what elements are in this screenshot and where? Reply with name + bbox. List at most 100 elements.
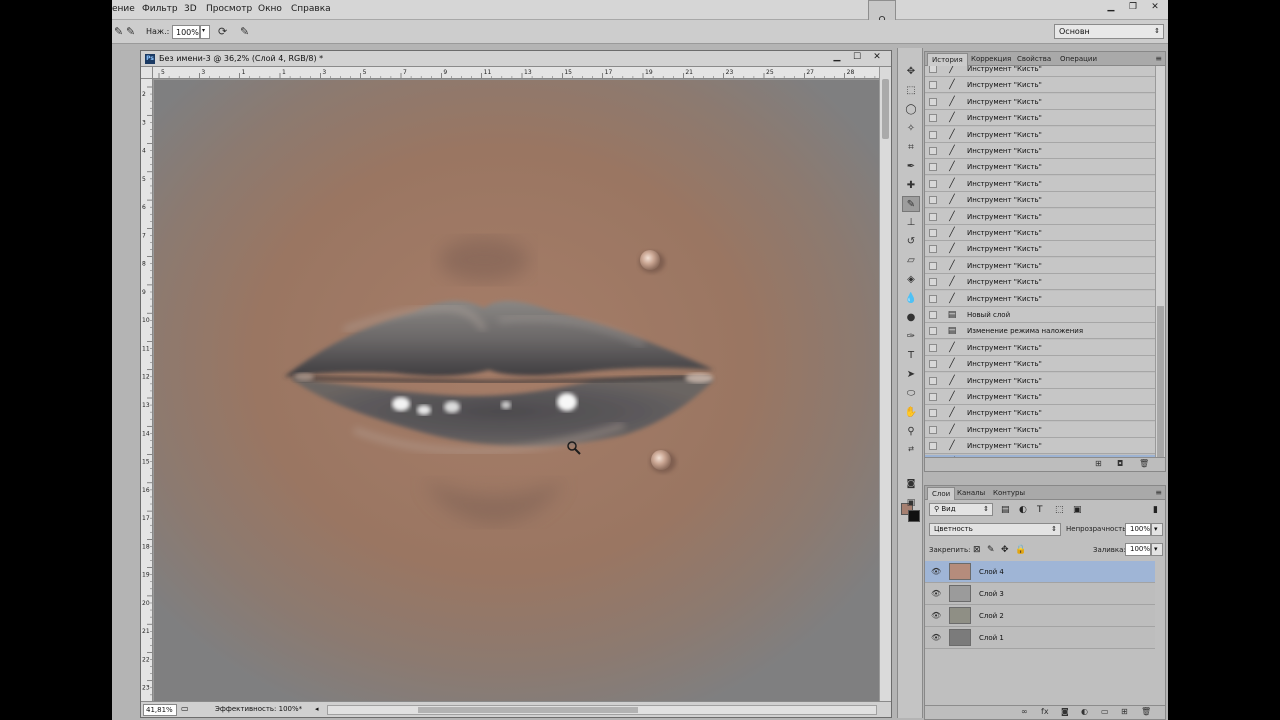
lasso-tool-icon[interactable]: ◯ — [902, 102, 920, 118]
history-item[interactable]: ▤ Новый слой — [925, 307, 1155, 323]
history-checkbox[interactable] — [929, 294, 937, 303]
history-item[interactable]: ╱ Инструмент "Кисть" — [925, 438, 1155, 455]
tab-adjustments[interactable]: Коррекция — [967, 53, 1015, 66]
quick-mask-icon[interactable]: ◙ — [902, 476, 920, 492]
eyedropper-tool-icon[interactable]: ✒ — [902, 159, 920, 175]
quick-select-tool-icon[interactable]: ✧ — [902, 121, 920, 137]
restore-icon[interactable]: ❐ — [1122, 0, 1144, 14]
history-item[interactable]: ╱ Инструмент "Кисть" — [925, 110, 1155, 127]
history-item[interactable]: ▤ Изменение режима наложения — [925, 323, 1155, 340]
document-title-bar[interactable]: Ps Без имени-3 @ 36,2% (Слой 4, RGB/8) *… — [141, 51, 891, 67]
history-checkbox[interactable] — [929, 442, 937, 451]
history-item[interactable]: ╱ Инструмент "Кисть" — [925, 421, 1155, 438]
type-tool-icon[interactable]: T — [902, 348, 920, 364]
workspace-select[interactable]: Основн ⇕ — [1054, 24, 1164, 39]
link-layers-icon[interactable]: ∞ — [1021, 707, 1028, 716]
vertical-ruler[interactable]: 2 3 4 5 6 7 8 9 10 11 12 13 14 15 16 17 18 19 20 21 22 23 — [141, 79, 153, 701]
history-scroll-thumb[interactable] — [1157, 306, 1164, 461]
history-checkbox[interactable] — [929, 163, 937, 172]
hand-tool-icon[interactable]: ✋ — [902, 405, 920, 421]
history-item[interactable]: ╱ Инструмент "Кисть" — [925, 241, 1155, 258]
menu-view[interactable]: Просмотр — [206, 4, 252, 14]
pen-tool-icon[interactable]: ✑ — [902, 329, 920, 345]
layer-name[interactable]: Слой 1 — [979, 634, 1004, 642]
menu-filter[interactable]: Фильтр — [142, 4, 178, 14]
history-checkbox[interactable] — [929, 360, 937, 369]
history-item[interactable]: ╱ Инструмент "Кисть" — [925, 257, 1155, 274]
history-checkbox[interactable] — [929, 393, 937, 401]
history-item[interactable]: ╱ Инструмент "Кисть" — [925, 339, 1155, 356]
filter-pixel-icon[interactable]: ▤ — [1001, 505, 1010, 515]
opacity-dropdown-icon[interactable]: ▾ — [1151, 523, 1163, 536]
layer-row[interactable]: 👁 Слой 3 — [925, 583, 1155, 605]
menu-image[interactable]: ение — [112, 4, 135, 14]
filter-adjustment-icon[interactable]: ◐ — [1019, 505, 1027, 515]
clone-stamp-tool-icon[interactable]: ⊥ — [902, 215, 920, 231]
paint-bucket-tool-icon[interactable]: ◈ — [902, 272, 920, 288]
history-brush-tool-icon[interactable]: ↺ — [902, 234, 920, 250]
lock-position-icon[interactable]: ✥ — [1001, 545, 1009, 555]
lock-all-icon[interactable]: 🔒 — [1015, 545, 1026, 555]
brush-preset-icon[interactable]: ✎ — [114, 25, 123, 38]
delete-layer-icon[interactable]: 🗑 — [1141, 707, 1151, 716]
background-color-swatch[interactable] — [908, 510, 920, 522]
history-checkbox[interactable] — [929, 130, 937, 139]
image-canvas[interactable] — [154, 80, 879, 701]
history-item[interactable]: ╱ Инструмент "Кисть" — [925, 225, 1155, 241]
layer-filter-select[interactable]: ⚲ Вид ⇕ — [929, 503, 993, 516]
doc-maximize-icon[interactable]: ☐ — [847, 52, 867, 65]
close-icon[interactable]: ✕ — [1144, 0, 1166, 14]
vertical-scrollbar[interactable] — [879, 67, 891, 701]
tab-paths[interactable]: Контуры — [989, 487, 1029, 500]
doc-minimize-icon[interactable]: ▁ — [827, 52, 847, 65]
pressure-opacity-icon[interactable]: ⟳ — [218, 25, 227, 38]
marquee-tool-icon[interactable]: ⬚ — [902, 83, 920, 99]
history-item[interactable]: ╱ Инструмент "Кисть" — [925, 389, 1155, 405]
swap-colors-icon[interactable]: ⇄ — [902, 441, 920, 457]
layer-style-icon[interactable]: fx — [1041, 707, 1049, 716]
history-checkbox[interactable] — [929, 327, 937, 336]
history-checkbox[interactable] — [929, 229, 937, 237]
crop-tool-icon[interactable]: ⌗ — [902, 140, 920, 156]
history-item[interactable]: ╱ Инструмент "Кисть" — [925, 159, 1155, 176]
history-item[interactable]: ╱ Инструмент "Кисть" — [925, 290, 1155, 307]
fill-input[interactable]: 100% — [1125, 543, 1151, 556]
layer-row[interactable]: 👁 Слой 4 — [925, 561, 1155, 583]
pressure-dropdown-icon[interactable]: ▾ — [200, 25, 210, 39]
tab-channels[interactable]: Каналы — [953, 487, 989, 500]
airbrush-icon[interactable]: ✎ — [126, 25, 135, 38]
blur-tool-icon[interactable]: 💧 — [902, 291, 920, 307]
new-document-from-state-icon[interactable]: ⊞ — [1095, 459, 1102, 468]
history-checkbox[interactable] — [929, 97, 937, 106]
history-checkbox[interactable] — [929, 409, 937, 418]
horizontal-scroll-thumb[interactable] — [418, 707, 638, 713]
history-item[interactable]: ╱ Инструмент "Кисть" — [925, 66, 1155, 77]
history-item[interactable]: ╱ Инструмент "Кисть" — [925, 208, 1155, 225]
history-item[interactable]: ╱ Инструмент "Кисть" — [925, 93, 1155, 110]
visibility-eye-icon[interactable]: 👁 — [931, 567, 941, 576]
path-select-tool-icon[interactable]: ➤ — [902, 367, 920, 383]
layer-name[interactable]: Слой 2 — [979, 612, 1004, 620]
history-checkbox[interactable] — [929, 245, 937, 254]
history-item[interactable]: ╱ Инструмент "Кисть" — [925, 274, 1155, 291]
history-checkbox[interactable] — [929, 261, 937, 270]
history-checkbox[interactable] — [929, 278, 937, 287]
history-item[interactable]: ╱ Инструмент "Кисть" — [925, 77, 1155, 94]
history-checkbox[interactable] — [929, 114, 937, 123]
layer-row[interactable]: 👁 Слой 2 — [925, 605, 1155, 627]
history-item[interactable]: ╱ Инструмент "Кисть" — [925, 192, 1155, 209]
ruler-origin[interactable] — [141, 67, 153, 79]
lock-transparency-icon[interactable]: ⊠ — [973, 545, 981, 555]
move-tool-icon[interactable]: ✥ — [902, 64, 920, 80]
history-checkbox[interactable] — [929, 311, 937, 319]
minimize-icon[interactable]: ▁ — [1100, 0, 1122, 14]
history-item[interactable]: ╱ Инструмент "Кисть" — [925, 126, 1155, 143]
zoom-field[interactable]: 41,81% — [143, 704, 177, 716]
lock-pixels-icon[interactable]: ✎ — [987, 545, 995, 555]
layers-panel-menu-icon[interactable]: ≡ — [1155, 488, 1162, 497]
new-group-icon[interactable]: ▭ — [1101, 707, 1109, 716]
fill-dropdown-icon[interactable]: ▾ — [1151, 543, 1163, 556]
screen-mode-icon[interactable]: ▣ — [902, 495, 920, 511]
status-arrow-icon[interactable]: ◂ — [315, 705, 319, 713]
visibility-eye-icon[interactable]: 👁 — [931, 611, 941, 620]
